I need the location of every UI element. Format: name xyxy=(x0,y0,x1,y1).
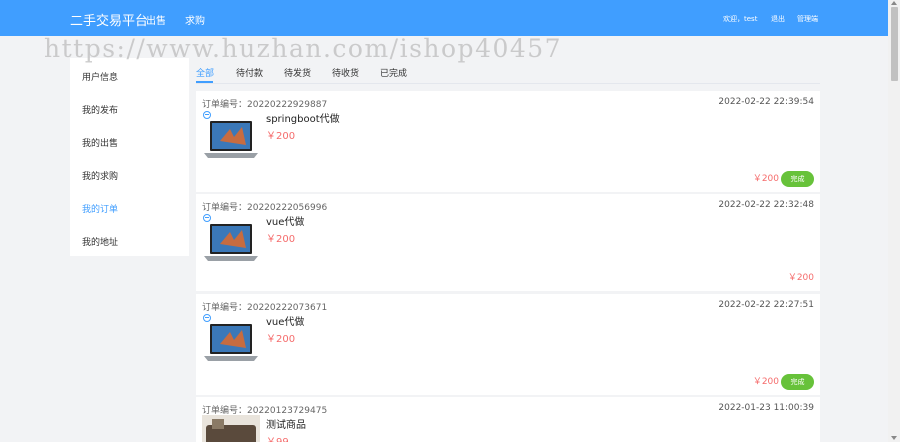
order-total: ￥200 xyxy=(752,377,779,387)
product-price: ￥200 xyxy=(266,234,296,245)
scrollbar-thumb[interactable] xyxy=(891,7,898,81)
top-navbar: 二手交易平台 出售 求购 欢迎，test 退出 管理端 xyxy=(0,0,888,36)
tab-pending-receipt[interactable]: 待收货 xyxy=(332,66,359,79)
order-number: 订单编号：20220222056996 xyxy=(202,203,328,213)
tab-pending-payment[interactable]: 待付款 xyxy=(236,66,263,79)
order-total: ￥200 xyxy=(787,273,814,283)
product-name[interactable]: vue代做 xyxy=(266,313,304,328)
tab-pending-shipment[interactable]: 待发货 xyxy=(284,66,311,79)
scroll-up-icon[interactable] xyxy=(891,1,897,5)
sidebar-item-my-posts[interactable]: 我的发布 xyxy=(82,103,118,116)
product-name[interactable]: 测试商品 xyxy=(266,416,306,431)
product-price: ￥200 xyxy=(266,131,296,142)
product-price: ￥200 xyxy=(266,334,296,345)
welcome-user-text: 欢迎，test xyxy=(723,15,758,23)
minus-circle-icon[interactable] xyxy=(203,214,211,222)
tab-all[interactable]: 全部 xyxy=(196,66,214,79)
brand-title[interactable]: 二手交易平台 xyxy=(70,10,148,29)
admin-link[interactable]: 管理端 xyxy=(797,14,818,24)
product-name[interactable]: vue代做 xyxy=(266,213,304,228)
order-total: ￥200 xyxy=(752,174,779,184)
minus-circle-icon[interactable] xyxy=(203,314,211,322)
complete-button[interactable]: 完成 xyxy=(781,374,814,390)
user-sidebar: 用户信息 我的发布 我的出售 我的求购 我的订单 我的地址 xyxy=(70,58,189,256)
sidebar-item-my-requests[interactable]: 我的求购 xyxy=(82,169,118,182)
nav-buy-request-link[interactable]: 求购 xyxy=(185,12,205,27)
tab-completed[interactable]: 已完成 xyxy=(380,66,407,79)
order-number: 订单编号：20220222929887 xyxy=(202,100,328,110)
order-card: 订单编号：20220222056996 2022-02-22 22:32:48 … xyxy=(196,194,820,291)
order-card: 订单编号：20220222073671 2022-02-22 22:27:51 … xyxy=(196,294,820,395)
order-time: 2022-02-22 22:27:51 xyxy=(718,300,814,310)
laptop-thumbnail[interactable] xyxy=(202,322,260,364)
sidebar-item-my-orders[interactable]: 我的订单 xyxy=(82,202,118,215)
complete-button[interactable]: 完成 xyxy=(781,171,814,187)
order-time: 2022-02-22 22:39:54 xyxy=(718,97,814,107)
order-time: 2022-01-23 11:00:39 xyxy=(718,403,814,413)
active-tab-indicator xyxy=(196,81,213,83)
nav-sell-link[interactable]: 出售 xyxy=(146,12,166,27)
order-number: 订单编号：20220222073671 xyxy=(202,303,328,313)
logout-link[interactable]: 退出 xyxy=(771,14,785,24)
laptop-thumbnail[interactable] xyxy=(202,119,260,161)
order-card: 订单编号：20220222929887 2022-02-22 22:39:54 … xyxy=(196,91,820,192)
sidebar-item-my-address[interactable]: 我的地址 xyxy=(82,235,118,248)
product-price: ￥99 xyxy=(266,433,289,442)
laptop-thumbnail[interactable] xyxy=(202,222,260,264)
sidebar-item-user-info[interactable]: 用户信息 xyxy=(82,70,118,83)
order-card: 订单编号：20220123729475 2022-01-23 11:00:39 … xyxy=(196,397,820,442)
order-time: 2022-02-22 22:32:48 xyxy=(718,200,814,210)
sidebar-item-my-sales[interactable]: 我的出售 xyxy=(82,136,118,149)
tabs-divider xyxy=(196,83,820,84)
scroll-down-icon[interactable] xyxy=(891,436,897,440)
product-name[interactable]: springboot代做 xyxy=(266,110,340,125)
sofa-thumbnail[interactable] xyxy=(202,415,260,442)
minus-circle-icon[interactable] xyxy=(203,111,211,119)
